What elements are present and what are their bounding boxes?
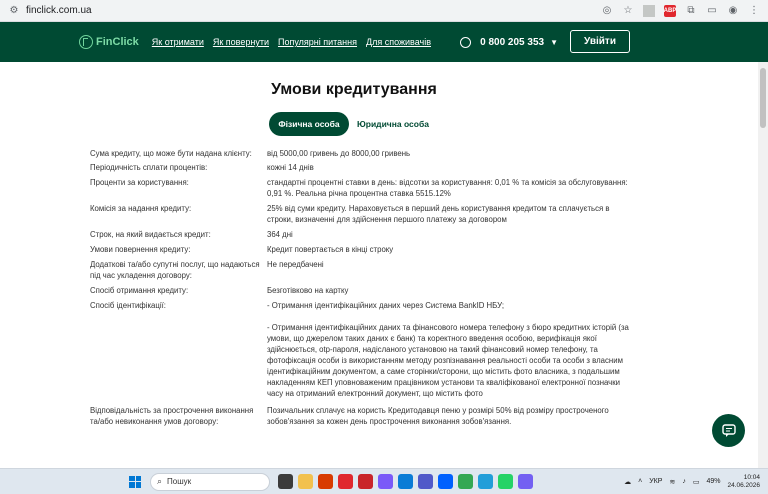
- whatsapp-icon[interactable]: [498, 474, 513, 489]
- task-view-icon[interactable]: [278, 474, 293, 489]
- app-icon[interactable]: [318, 474, 333, 489]
- address-bar[interactable]: finclick.com.ua: [26, 5, 92, 16]
- term-value: від 5000,00 гривень до 8000,00 гривень: [267, 149, 411, 158]
- term-value: Позичальник сплачує на користь Кредитода…: [267, 406, 609, 426]
- terms-row: Додаткові та/або супутні послуг, що нада…: [90, 259, 640, 281]
- term-value: Безготівково на картку: [267, 286, 349, 295]
- edge-icon[interactable]: [398, 474, 413, 489]
- profile-icon[interactable]: ◉: [727, 5, 739, 17]
- chevron-up-icon[interactable]: ˄: [638, 478, 642, 485]
- logo[interactable]: FinClick: [79, 35, 139, 49]
- terms-row: Сума кредиту, що може бути надана клієнт…: [90, 148, 640, 159]
- windows-start-icon[interactable]: [129, 475, 141, 488]
- tab-individual[interactable]: Фізична особа: [269, 112, 349, 136]
- logo-icon: [79, 35, 93, 49]
- term-value: кожні 14 днів: [267, 163, 314, 172]
- logo-text: FinClick: [96, 36, 139, 48]
- term-label: Умови повернення кредиту:: [90, 245, 191, 254]
- app-l-icon[interactable]: [358, 474, 373, 489]
- sidebar-icon[interactable]: ▭: [706, 5, 718, 17]
- eye-off-icon[interactable]: ◎: [601, 5, 613, 17]
- dropbox-icon[interactable]: [438, 474, 453, 489]
- term-label: Періодичність сплати процентів:: [90, 163, 208, 172]
- battery-percent: 49%: [706, 478, 721, 485]
- terms-row: Періодичність сплати процентів: кожні 14…: [90, 162, 640, 173]
- adblock-icon[interactable]: ABP: [664, 4, 676, 17]
- term-label: Відповідальність за прострочення виконан…: [90, 406, 254, 426]
- terms-table: Сума кредиту, що може бути надана клієнт…: [90, 148, 640, 427]
- phone-icon: [460, 36, 472, 48]
- terms-row: Умови повернення кредиту: Кредит поверта…: [90, 244, 640, 255]
- term-value: 25% від суми кредиту. Нараховується в пе…: [267, 204, 610, 224]
- term-label: Додаткові та/або супутні послуг, що нада…: [90, 260, 260, 280]
- clock-time: 10:04: [743, 473, 760, 481]
- phone-number[interactable]: 0 800 205 353: [480, 37, 544, 48]
- clock-date: 24.06.2026: [727, 481, 760, 489]
- terms-row: Комісія за надання кредиту: 25% від суми…: [90, 203, 640, 225]
- terms-row: Проценти за користування: стандартні про…: [90, 177, 640, 199]
- taskbar-search[interactable]: ⌕ Пошук: [150, 472, 270, 491]
- terms-row: Відповідальність за прострочення виконан…: [90, 405, 640, 427]
- search-icon: ⌕: [157, 476, 163, 486]
- cloud-icon[interactable]: ☁: [624, 478, 631, 486]
- term-value: Кредит повертається в кінці строку: [267, 245, 394, 254]
- language-indicator[interactable]: УКР: [649, 478, 662, 485]
- browser-actions: ◎ ☆ ABP ⧉ ▭ ◉ ⋮: [601, 4, 760, 17]
- term-value: 364 дні: [267, 230, 293, 239]
- browser-toolbar: ⚙ finclick.com.ua ◎ ☆ ABP ⧉ ▭ ◉ ⋮: [0, 0, 768, 22]
- search-placeholder: Пошук: [167, 477, 192, 486]
- terms-row: Спосіб ідентифікації: - Отримання іденти…: [90, 300, 640, 311]
- chrome-icon[interactable]: [458, 474, 473, 489]
- chat-icon: [721, 423, 736, 437]
- file-explorer-icon[interactable]: [298, 474, 313, 489]
- volume-icon[interactable]: ♪: [682, 478, 686, 485]
- divider: [643, 4, 655, 17]
- terms-row: - Отримання ідентифікаційних даних та фі…: [90, 322, 640, 399]
- term-value: стандартні процентні ставки в день: відс…: [267, 178, 628, 198]
- extensions-icon[interactable]: ⧉: [685, 5, 697, 17]
- term-label: Сума кредиту, що може бути надана клієнт…: [90, 149, 252, 158]
- nav-how-to-repay[interactable]: Як повернути: [213, 37, 269, 47]
- teams-icon[interactable]: [418, 474, 433, 489]
- system-tray: ☁ ˄ УКР ≋ ♪ ▭ 49% 10:04 24.06.2026: [624, 474, 760, 490]
- term-label: Спосіб ідентифікації:: [90, 301, 166, 310]
- menu-icon[interactable]: ⋮: [748, 5, 760, 17]
- term-label: Спосіб отримання кредиту:: [90, 286, 189, 295]
- contact-block: 0 800 205 353 ▼: [460, 36, 558, 48]
- terms-row: Строк, на який видається кредит: 364 дні: [90, 229, 640, 240]
- app-icon[interactable]: [378, 474, 393, 489]
- login-button[interactable]: Увійти: [570, 30, 630, 53]
- chat-button[interactable]: [712, 414, 745, 447]
- nav-faq[interactable]: Популярні питання: [278, 37, 357, 47]
- clock[interactable]: 10:04 24.06.2026: [727, 474, 760, 490]
- viber-icon[interactable]: [518, 474, 533, 489]
- term-value: Не передбачені: [267, 260, 324, 269]
- term-value: - Отримання ідентифікаційних даних через…: [267, 301, 505, 310]
- taskbar: ⌕ Пошук ☁ ˄ УКР ≋ ♪ ▭ 49% 10:04 24.06.20…: [0, 468, 768, 494]
- main-nav: Як отримати Як повернути Популярні питан…: [152, 37, 431, 47]
- chevron-down-icon[interactable]: ▼: [550, 38, 558, 47]
- page-scrollbar[interactable]: [758, 62, 768, 468]
- site-header: FinClick Як отримати Як повернути Популя…: [0, 22, 768, 62]
- page-title: Умови кредитування: [271, 81, 437, 98]
- main-content: Умови кредитування Фізична особа Юридичн…: [0, 62, 758, 468]
- taskbar-apps: [278, 474, 533, 489]
- term-label: [90, 322, 267, 399]
- terms-row: Спосіб отримання кредиту: Безготівково н…: [90, 285, 640, 296]
- tab-legal-entity[interactable]: Юридична особа: [357, 112, 429, 136]
- tabs: Фізична особа Юридична особа: [269, 112, 429, 136]
- battery-icon[interactable]: ▭: [693, 478, 700, 486]
- nav-how-to-get[interactable]: Як отримати: [152, 37, 204, 47]
- scrollbar-thumb[interactable]: [760, 68, 766, 128]
- term-value: - Отримання ідентифікаційних даних та фі…: [267, 323, 629, 398]
- term-label: Проценти за користування:: [90, 178, 189, 187]
- wifi-icon[interactable]: ≋: [669, 478, 675, 486]
- telegram-icon[interactable]: [478, 474, 493, 489]
- nav-for-consumers[interactable]: Для споживачів: [366, 37, 431, 47]
- term-label: Комісія за надання кредиту:: [90, 204, 192, 213]
- term-label: Строк, на який видається кредит:: [90, 230, 211, 239]
- opera-icon[interactable]: [338, 474, 353, 489]
- star-icon[interactable]: ☆: [622, 5, 634, 17]
- site-settings-icon[interactable]: ⚙: [6, 3, 22, 19]
